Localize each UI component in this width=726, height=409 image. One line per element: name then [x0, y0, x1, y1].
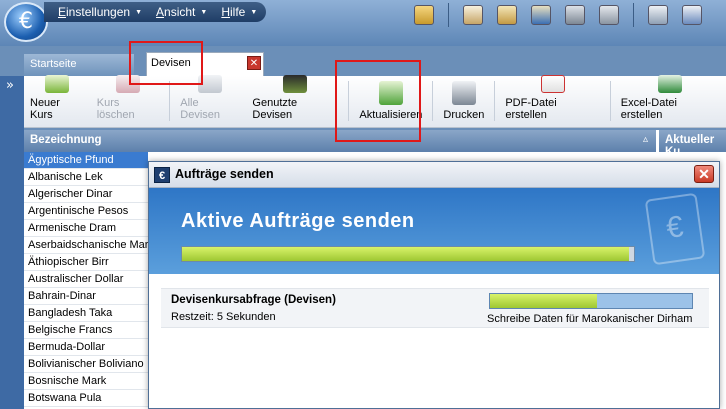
table-row[interactable]: Botswana Pula	[24, 390, 148, 407]
refresh-icon	[378, 81, 403, 105]
delete-rate-label: Kurs löschen	[96, 97, 135, 121]
column-header-rate[interactable]: Aktueller Ku	[658, 130, 726, 158]
column-header-name-label: Bezeichnung	[30, 134, 102, 146]
pdf-icon	[540, 75, 565, 93]
quick-toolbar	[414, 0, 702, 30]
delete-rate-icon	[116, 75, 141, 93]
task-title: Devisenkursabfrage (Devisen)	[171, 294, 336, 306]
chevron-down-icon: ▼	[250, 8, 258, 16]
dialog-banner: Aktive Aufträge senden €	[149, 188, 719, 274]
table-row[interactable]: Armenische Dram	[24, 220, 148, 237]
chevron-down-icon: ▼	[135, 8, 143, 16]
document-icon[interactable]	[497, 5, 517, 25]
task-remaining-time: Restzeit: 5 Sekunden	[171, 311, 276, 323]
dialog-heading: Aktive Aufträge senden	[181, 210, 415, 232]
task-status: Schreibe Daten für Marokanischer Dirham	[487, 313, 693, 325]
monitor-icon	[198, 75, 223, 93]
app-logo-euro-icon[interactable]: €	[4, 2, 48, 42]
euro-document-icon: €	[644, 192, 706, 266]
table-row[interactable]: Belgische Francs	[24, 322, 148, 339]
sidebar-toggle[interactable]: »	[0, 76, 24, 409]
wizard-icon[interactable]	[531, 5, 551, 25]
task-progress-fill	[490, 294, 598, 308]
all-currencies-label: Alle Devisen	[180, 97, 221, 121]
new-rate-button[interactable]: Neuer Kurs	[24, 75, 91, 127]
dialog-title: Aufträge senden	[175, 167, 274, 181]
refresh-label: Aktualisieren	[359, 109, 423, 121]
table-row[interactable]: Ägyptische Pfund	[24, 152, 148, 169]
all-currencies-button[interactable]: Alle Devisen	[174, 75, 246, 127]
table-row[interactable]: Äthiopischer Birr	[24, 254, 148, 271]
menu-bar: Einstellungen ▼ Ansicht ▼ Hilfe ▼	[44, 2, 266, 22]
table-row[interactable]: Bosnische Mark	[24, 373, 148, 390]
refresh-button[interactable]: Aktualisieren	[353, 75, 428, 127]
menu-ansicht[interactable]: Ansicht ▼	[156, 5, 207, 19]
double-chevron-right-icon: »	[6, 78, 14, 93]
printer-icon[interactable]	[565, 5, 585, 25]
euro-icon: €	[154, 167, 170, 183]
task-progress-bar	[489, 293, 693, 309]
send-jobs-dialog: € Aufträge senden ✕ Aktive Aufträge send…	[148, 161, 720, 409]
calendar-icon[interactable]	[682, 5, 702, 25]
excel-icon	[658, 75, 683, 93]
settings-icon[interactable]	[599, 5, 619, 25]
table-row[interactable]: Bolivianischer Boliviano	[24, 356, 148, 373]
tab-row: Startseite Devisen ✕	[0, 46, 726, 76]
sort-ascending-icon: ▵	[642, 134, 648, 145]
task-item: Devisenkursabfrage (Devisen) Restzeit: 5…	[161, 288, 709, 328]
new-rate-icon	[45, 75, 70, 93]
title-bar: € Einstellungen ▼ Ansicht ▼ Hilfe ▼	[0, 0, 726, 46]
excel-export-button[interactable]: Excel-Datei erstellen	[615, 75, 726, 127]
pdf-export-label: PDF-Datei erstellen	[505, 97, 557, 121]
delete-rate-button[interactable]: Kurs löschen	[91, 75, 166, 127]
chart-icon[interactable]	[414, 5, 434, 25]
table-row[interactable]: Algerischer Dinar	[24, 186, 148, 203]
table-row[interactable]: Bangladesh Taka	[24, 305, 148, 322]
tab-devisen[interactable]: Devisen ✕	[146, 52, 264, 76]
table-row[interactable]: Argentinische Pesos	[24, 203, 148, 220]
eraser-icon[interactable]	[463, 5, 483, 25]
printer-icon	[451, 81, 476, 105]
monitor-icon	[283, 75, 308, 93]
chevron-down-icon: ▼	[200, 8, 208, 16]
table-row[interactable]: Aserbaidschanische Mar	[24, 237, 148, 254]
tab-startseite[interactable]: Startseite	[24, 54, 134, 76]
excel-export-label: Excel-Datei erstellen	[620, 97, 677, 121]
table-row[interactable]: Bermuda-Dollar	[24, 339, 148, 356]
close-icon[interactable]: ✕	[694, 165, 714, 183]
table-rows: Ägyptische Pfund Albanische Lek Algerisc…	[24, 152, 148, 407]
overall-progress-bar	[181, 246, 635, 262]
print-label: Drucken	[443, 109, 485, 121]
close-icon[interactable]: ✕	[247, 56, 261, 70]
overall-progress-fill	[182, 247, 630, 261]
column-header-name[interactable]: Bezeichnung ▵	[24, 130, 656, 152]
table-row[interactable]: Bahrain-Dinar	[24, 288, 148, 305]
tab-devisen-label: Devisen	[151, 57, 191, 69]
new-rate-label: Neuer Kurs	[30, 97, 60, 121]
pdf-export-button[interactable]: PDF-Datei erstellen	[499, 75, 605, 127]
menu-einstellungen[interactable]: Einstellungen ▼	[58, 5, 142, 19]
used-currencies-label: Genutzte Devisen	[252, 97, 298, 121]
save-icon[interactable]	[648, 5, 668, 25]
print-button[interactable]: Drucken	[437, 75, 490, 127]
ribbon-toolbar: Neuer Kurs Kurs löschen Alle Devisen Gen…	[24, 75, 726, 128]
dialog-title-bar[interactable]: € Aufträge senden ✕	[149, 162, 719, 188]
menu-hilfe[interactable]: Hilfe ▼	[221, 5, 257, 19]
table-row[interactable]: Australischer Dollar	[24, 271, 148, 288]
used-currencies-button[interactable]: Genutzte Devisen	[246, 75, 344, 127]
table-row[interactable]: Albanische Lek	[24, 169, 148, 186]
